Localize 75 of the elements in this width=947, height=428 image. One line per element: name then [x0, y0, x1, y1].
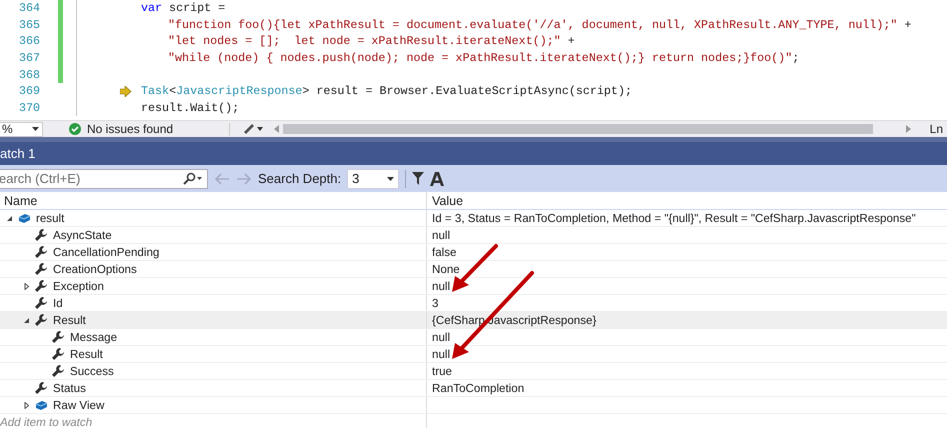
- watch-row[interactable]: CreationOptions None: [0, 261, 947, 278]
- search-depth-label: Search Depth:: [258, 171, 342, 186]
- quick-action-icon[interactable]: [120, 86, 132, 97]
- watch-row[interactable]: Status RanToCompletion: [0, 380, 947, 397]
- watch-row[interactable]: Message null: [0, 329, 947, 346]
- collapsed-caret-icon[interactable]: [22, 282, 30, 290]
- object-icon: [34, 400, 48, 410]
- variable-value: Id = 3, Status = RanToCompletion, Method = "{null}", Result = "CefSharp.JavascriptResponse": [432, 212, 916, 224]
- wrench-icon: [51, 330, 65, 344]
- wrench-icon: [34, 296, 48, 310]
- font-icon[interactable]: [430, 172, 444, 186]
- variable-value: null: [432, 280, 450, 292]
- variable-value: true: [432, 364, 452, 378]
- variable-name: Raw View: [52, 398, 104, 412]
- line-number: 365: [18, 18, 40, 32]
- watch-row[interactable]: result Id = 3, Status = RanToCompletion, Method = "{null}", Result = "CefSharp.JavascriptResponse": [0, 210, 947, 227]
- line-number: 369: [18, 84, 40, 98]
- variable-name: Success: [69, 364, 114, 378]
- code-line: "let nodes = []; let node = xPathResult.iterateNext();" +: [167, 34, 575, 48]
- variable-name: Exception: [52, 280, 104, 292]
- wrench-icon: [34, 228, 48, 242]
- issues-status: No issues found: [87, 122, 174, 136]
- object-icon: [18, 212, 30, 224]
- search-icon: [183, 172, 203, 185]
- dropdown-caret-icon: [387, 176, 394, 180]
- watch-row[interactable]: Raw View: [0, 397, 947, 414]
- variable-value: RanToCompletion: [432, 382, 524, 394]
- variable-value: null: [432, 330, 450, 344]
- collapsed-caret-icon[interactable]: [22, 402, 30, 408]
- code-line: Task<JavascriptResponse> result = Browser.EvaluateScriptAsync(script);: [140, 84, 632, 98]
- variable-value: null: [432, 228, 450, 242]
- variable-name: Result: [69, 348, 103, 360]
- variable-value: 3: [432, 296, 438, 310]
- wrench-icon: [34, 381, 48, 395]
- line-number: 368: [18, 68, 40, 82]
- wrench-icon: [34, 262, 48, 276]
- depth-dropdown[interactable]: 3: [347, 168, 400, 188]
- line-indicator: Ln: [928, 122, 944, 136]
- variable-value: None: [432, 262, 460, 276]
- variable-name: CreationOptions: [52, 262, 137, 276]
- panel-title: atch 1: [0, 146, 36, 161]
- variable-name: AsyncState: [52, 228, 112, 242]
- wrench-icon: [34, 245, 48, 259]
- wrench-icon: [51, 347, 65, 361]
- code-line: var script =: [140, 1, 226, 16]
- wrench-icon: [51, 364, 65, 378]
- zoom-dropdown[interactable]: %: [0, 122, 43, 136]
- check-icon: [69, 123, 81, 135]
- expanded-caret-icon[interactable]: [22, 316, 30, 324]
- line-number: 366: [18, 34, 40, 48]
- expanded-caret-icon[interactable]: [6, 214, 12, 222]
- variable-value: null: [432, 348, 450, 360]
- variable-name: Id: [52, 296, 63, 310]
- watch-row[interactable]: Success true: [0, 363, 947, 380]
- line-number: 364: [18, 1, 40, 16]
- dropdown-caret-icon: [32, 127, 39, 131]
- variable-name: Result: [52, 314, 86, 326]
- code-line: "function foo(){let xPathResult = document.evaluate('//a', document, null, XPathResult.ANY_TYPE, null);" +: [167, 18, 912, 32]
- code-line: "while (node) { nodes.push(node); node = xPathResult.iterateNext();} return nodes;}foo()";: [167, 51, 800, 66]
- wrench-icon: [34, 279, 48, 293]
- variable-name: Message: [69, 330, 118, 344]
- filter-icon[interactable]: [412, 172, 424, 185]
- line-number: 367: [18, 51, 40, 66]
- line-number: 370: [18, 100, 40, 115]
- variable-name: CancellationPending: [52, 246, 160, 258]
- column-header[interactable]: Value: [432, 194, 464, 208]
- variable-value: false: [432, 246, 456, 258]
- watch-row[interactable]: CancellationPending false: [0, 244, 947, 261]
- scrollbar-thumb[interactable]: [283, 124, 873, 134]
- variable-name: result: [35, 212, 64, 224]
- wrench-icon: [34, 313, 48, 327]
- column-header[interactable]: Name: [4, 194, 38, 208]
- watch-row[interactable]: AsyncState null: [0, 227, 947, 244]
- code-line: result.Wait();: [140, 100, 240, 115]
- variable-name: Status: [52, 382, 86, 394]
